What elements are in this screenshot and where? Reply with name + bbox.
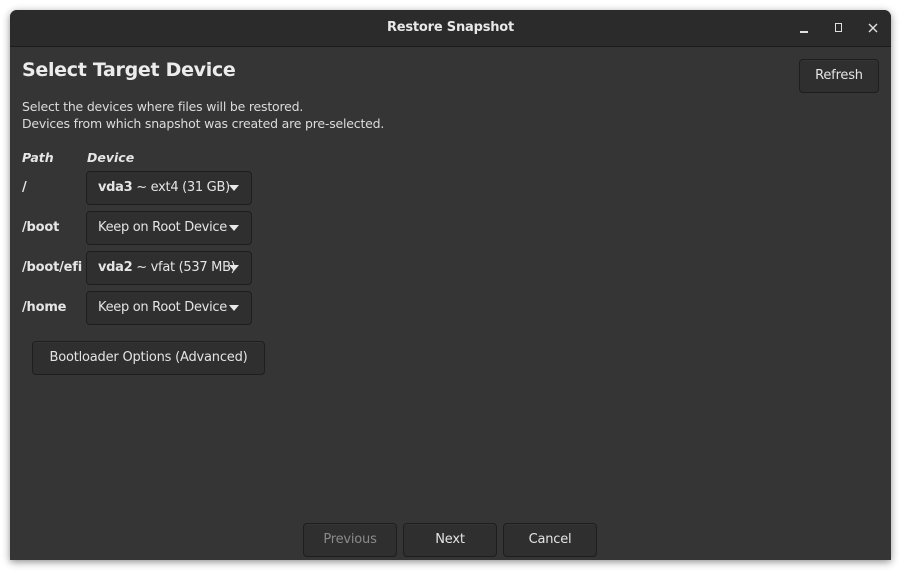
path-label: /boot bbox=[22, 220, 60, 235]
device-detail: ~ ext4 (31 GB) bbox=[132, 180, 230, 195]
maximize-icon bbox=[835, 23, 842, 32]
device-detail: Keep on Root Device bbox=[98, 220, 227, 235]
description-line-1: Select the devices where files will be r… bbox=[22, 99, 304, 114]
path-label: /boot/efi bbox=[22, 260, 83, 275]
path-label: /home bbox=[22, 300, 67, 315]
minimize-icon bbox=[800, 31, 808, 33]
page-title: Select Target Device bbox=[22, 59, 236, 81]
minimize-button[interactable] bbox=[794, 18, 814, 38]
device-name: vda2 bbox=[98, 260, 133, 275]
previous-button[interactable]: Previous bbox=[303, 523, 397, 557]
dropdown-value: Keep on Root Device bbox=[98, 220, 227, 235]
title-bar: Restore Snapshot bbox=[10, 10, 891, 47]
bootloader-options-button[interactable]: Bootloader Options (Advanced) bbox=[32, 341, 265, 375]
dropdown-value: vda3 ~ ext4 (31 GB) bbox=[98, 180, 230, 195]
device-dropdown-root[interactable]: vda3 ~ ext4 (31 GB) bbox=[86, 171, 252, 205]
device-detail: ~ vfat (537 MB) bbox=[132, 260, 236, 275]
path-label: / bbox=[22, 180, 27, 195]
device-name: vda3 bbox=[98, 180, 133, 195]
refresh-button[interactable]: Refresh bbox=[799, 59, 879, 93]
column-header-path: Path bbox=[22, 150, 54, 165]
device-dropdown-boot[interactable]: Keep on Root Device bbox=[86, 211, 252, 245]
restore-snapshot-window: Restore Snapshot Select Target Device Re… bbox=[10, 10, 891, 560]
next-button[interactable]: Next bbox=[403, 523, 497, 557]
close-button[interactable] bbox=[863, 18, 883, 38]
column-header-device: Device bbox=[87, 150, 135, 165]
device-dropdown-home[interactable]: Keep on Root Device bbox=[86, 291, 252, 325]
description-line-2: Devices from which snapshot was created … bbox=[22, 116, 385, 131]
dropdown-arrow-icon bbox=[229, 305, 239, 311]
dropdown-arrow-icon bbox=[229, 225, 239, 231]
window-title: Restore Snapshot bbox=[386, 20, 515, 35]
device-detail: Keep on Root Device bbox=[98, 300, 227, 315]
cancel-button[interactable]: Cancel bbox=[503, 523, 597, 557]
dropdown-value: vda2 ~ vfat (537 MB) bbox=[98, 260, 236, 275]
close-icon bbox=[868, 23, 878, 33]
dropdown-arrow-icon bbox=[229, 185, 239, 191]
dropdown-value: Keep on Root Device bbox=[98, 300, 227, 315]
device-dropdown-boot-efi[interactable]: vda2 ~ vfat (537 MB) bbox=[86, 251, 252, 285]
maximize-button[interactable] bbox=[829, 18, 849, 38]
dropdown-arrow-icon bbox=[229, 265, 239, 271]
